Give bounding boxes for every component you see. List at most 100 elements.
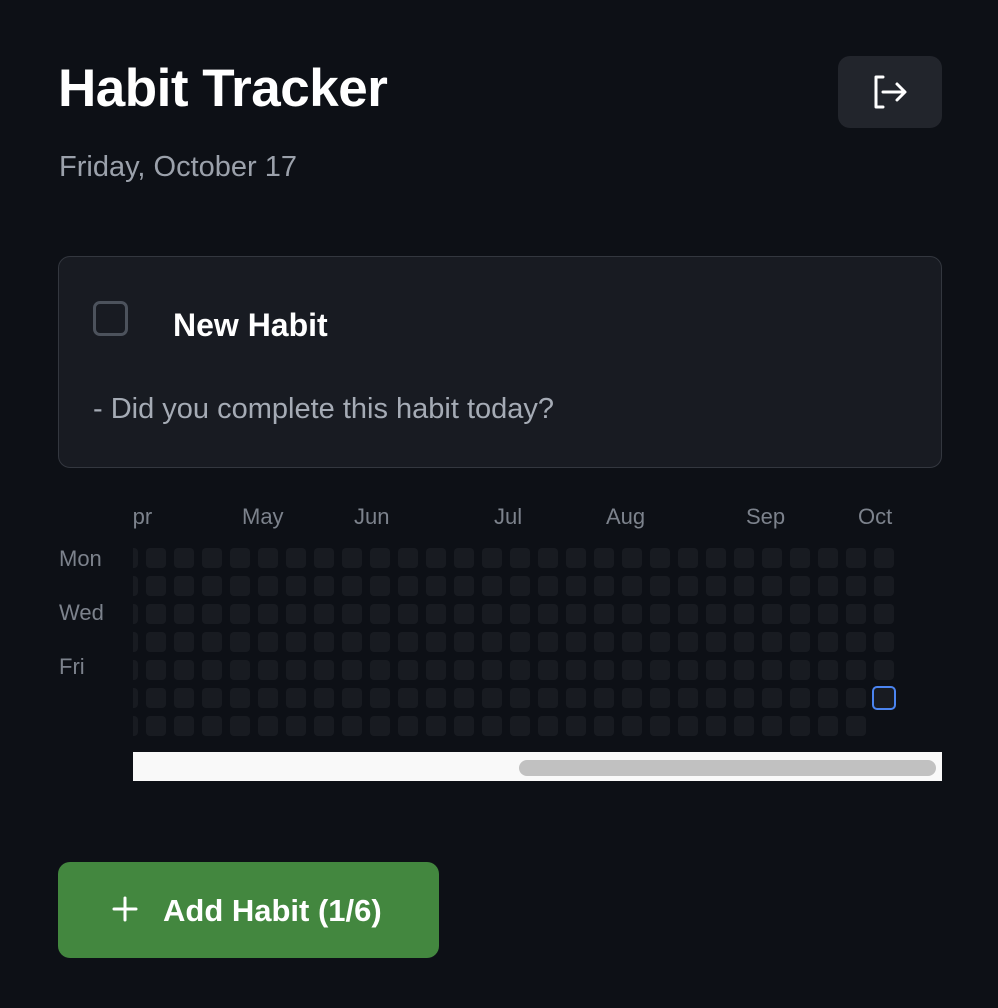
heatmap-cell[interactable] xyxy=(146,548,166,568)
heatmap-cell[interactable] xyxy=(762,688,782,708)
heatmap-cell[interactable] xyxy=(650,716,670,736)
heatmap-cell[interactable] xyxy=(678,548,698,568)
heatmap-cell[interactable] xyxy=(426,716,446,736)
heatmap-cell[interactable] xyxy=(230,548,250,568)
heatmap-cell[interactable] xyxy=(538,576,558,596)
heatmap-cell[interactable] xyxy=(538,548,558,568)
heatmap-cell[interactable] xyxy=(874,576,894,596)
heatmap-cell[interactable] xyxy=(650,632,670,652)
heatmap-cell[interactable] xyxy=(258,716,278,736)
heatmap-cell[interactable] xyxy=(230,576,250,596)
heatmap-cell[interactable] xyxy=(594,548,614,568)
heatmap-cell[interactable] xyxy=(846,716,866,736)
heatmap-cell[interactable] xyxy=(454,576,474,596)
heatmap-cell[interactable] xyxy=(762,604,782,624)
heatmap-cell[interactable] xyxy=(874,632,894,652)
heatmap-cell[interactable] xyxy=(202,576,222,596)
heatmap-cell[interactable] xyxy=(482,632,502,652)
heatmap-cell[interactable] xyxy=(258,660,278,680)
heatmap-cell[interactable] xyxy=(790,548,810,568)
heatmap-cell[interactable] xyxy=(174,716,194,736)
heatmap-cell[interactable] xyxy=(846,576,866,596)
heatmap-cell[interactable] xyxy=(454,716,474,736)
heatmap-cell[interactable] xyxy=(874,548,894,568)
heatmap-scrollbar[interactable] xyxy=(133,752,942,781)
add-habit-button[interactable]: Add Habit (1/6) xyxy=(58,862,439,958)
heatmap-cell[interactable] xyxy=(818,660,838,680)
heatmap-cell[interactable] xyxy=(538,716,558,736)
scrollbar-thumb[interactable] xyxy=(519,760,936,776)
heatmap-cell[interactable] xyxy=(706,632,726,652)
heatmap-cell[interactable] xyxy=(566,548,586,568)
heatmap-cell[interactable] xyxy=(202,688,222,708)
heatmap-cell[interactable] xyxy=(286,716,306,736)
heatmap-cell[interactable] xyxy=(678,688,698,708)
heatmap-cell[interactable] xyxy=(678,604,698,624)
heatmap-cell[interactable] xyxy=(818,632,838,652)
heatmap-cell[interactable] xyxy=(594,688,614,708)
heatmap-cell[interactable] xyxy=(622,604,642,624)
heatmap-cell[interactable] xyxy=(146,716,166,736)
heatmap-cell[interactable] xyxy=(230,660,250,680)
heatmap-cell[interactable] xyxy=(482,576,502,596)
heatmap-cell[interactable] xyxy=(202,548,222,568)
heatmap-cell[interactable] xyxy=(510,632,530,652)
heatmap-cell[interactable] xyxy=(622,660,642,680)
heatmap-cell[interactable] xyxy=(678,632,698,652)
heatmap-cell[interactable] xyxy=(426,576,446,596)
heatmap-cell[interactable] xyxy=(342,688,362,708)
heatmap-cell[interactable] xyxy=(258,604,278,624)
heatmap-cell[interactable] xyxy=(650,604,670,624)
heatmap-cell[interactable] xyxy=(510,604,530,624)
heatmap-cell[interactable] xyxy=(146,604,166,624)
heatmap-cell[interactable] xyxy=(370,548,390,568)
heatmap-cell[interactable] xyxy=(174,632,194,652)
heatmap-cell-today[interactable] xyxy=(872,686,896,710)
heatmap-cell[interactable] xyxy=(133,548,138,568)
heatmap-cell[interactable] xyxy=(174,660,194,680)
heatmap-cell[interactable] xyxy=(482,716,502,736)
heatmap-cell[interactable] xyxy=(146,632,166,652)
heatmap-cell[interactable] xyxy=(566,632,586,652)
heatmap-cell[interactable] xyxy=(133,716,138,736)
heatmap-cell[interactable] xyxy=(454,548,474,568)
heatmap-cell[interactable] xyxy=(706,716,726,736)
heatmap-cell[interactable] xyxy=(454,604,474,624)
heatmap-cell[interactable] xyxy=(133,688,138,708)
heatmap-cell[interactable] xyxy=(818,576,838,596)
heatmap-cell[interactable] xyxy=(370,688,390,708)
heatmap-cell[interactable] xyxy=(510,688,530,708)
heatmap-cell[interactable] xyxy=(594,604,614,624)
heatmap-cell[interactable] xyxy=(734,604,754,624)
heatmap-cell[interactable] xyxy=(370,632,390,652)
heatmap-cell[interactable] xyxy=(538,660,558,680)
heatmap-cell[interactable] xyxy=(818,688,838,708)
heatmap-cell[interactable] xyxy=(650,660,670,680)
heatmap-cell[interactable] xyxy=(314,716,334,736)
heatmap-cell[interactable] xyxy=(370,660,390,680)
heatmap-cell[interactable] xyxy=(342,716,362,736)
heatmap-cell[interactable] xyxy=(146,576,166,596)
heatmap-cell[interactable] xyxy=(286,660,306,680)
heatmap-cell[interactable] xyxy=(762,660,782,680)
heatmap-cell[interactable] xyxy=(678,576,698,596)
heatmap-cell[interactable] xyxy=(846,688,866,708)
heatmap-cell[interactable] xyxy=(846,548,866,568)
heatmap-cell[interactable] xyxy=(538,632,558,652)
heatmap-cell[interactable] xyxy=(510,660,530,680)
heatmap-cell[interactable] xyxy=(342,604,362,624)
heatmap-cell[interactable] xyxy=(398,660,418,680)
heatmap-cell[interactable] xyxy=(314,688,334,708)
heatmap-cell[interactable] xyxy=(762,632,782,652)
heatmap-cell[interactable] xyxy=(566,604,586,624)
heatmap-cell[interactable] xyxy=(846,660,866,680)
heatmap-cell[interactable] xyxy=(510,548,530,568)
heatmap-cell[interactable] xyxy=(874,604,894,624)
heatmap-cell[interactable] xyxy=(286,548,306,568)
heatmap-cell[interactable] xyxy=(594,576,614,596)
heatmap-cell[interactable] xyxy=(230,688,250,708)
heatmap-cell[interactable] xyxy=(706,604,726,624)
heatmap-cell[interactable] xyxy=(426,632,446,652)
habit-checkbox[interactable] xyxy=(93,301,128,336)
heatmap-cell[interactable] xyxy=(146,688,166,708)
